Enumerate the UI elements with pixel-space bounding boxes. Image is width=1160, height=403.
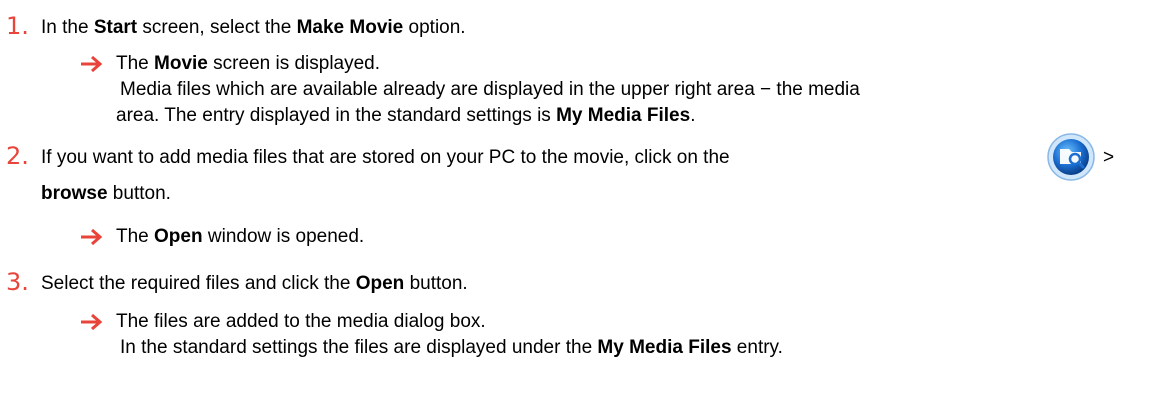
step-1: 1. In the Start screen, select the Make … (0, 12, 1160, 42)
result-description: In the standard settings the files are d… (120, 337, 783, 358)
browse-button-icon (1047, 133, 1095, 181)
step-text: If you want to add media files that are … (41, 147, 730, 168)
step-3-result: The files are added to the media dialog … (0, 310, 1160, 364)
step-number: 2. (6, 142, 29, 170)
step-2-result: The Open window is opened. (0, 225, 1160, 251)
step-number: 3. (6, 268, 29, 296)
result-text: The Movie screen is displayed. (116, 53, 381, 74)
result-description: Media files which are available already … (120, 79, 860, 100)
gt-separator: > (1103, 147, 1115, 168)
step-text: Select the required files and click the … (41, 273, 468, 294)
right-arrow-icon (81, 55, 103, 73)
step-3: 3. Select the required files and click t… (0, 268, 1160, 298)
right-arrow-icon (81, 313, 103, 331)
step-text-continued: browse button. (41, 183, 171, 204)
result-description: area. The entry displayed in the standar… (116, 105, 696, 126)
result-text: The Open window is opened. (116, 226, 365, 247)
step-number: 1. (6, 12, 29, 40)
result-text: The files are added to the media dialog … (116, 311, 486, 332)
step-text: In the Start screen, select the Make Mov… (41, 17, 466, 38)
right-arrow-icon (81, 228, 103, 246)
step-2: 2. If you want to add media files that a… (0, 133, 1160, 208)
step-1-result: The Movie screen is displayed. Media fil… (0, 52, 1160, 132)
